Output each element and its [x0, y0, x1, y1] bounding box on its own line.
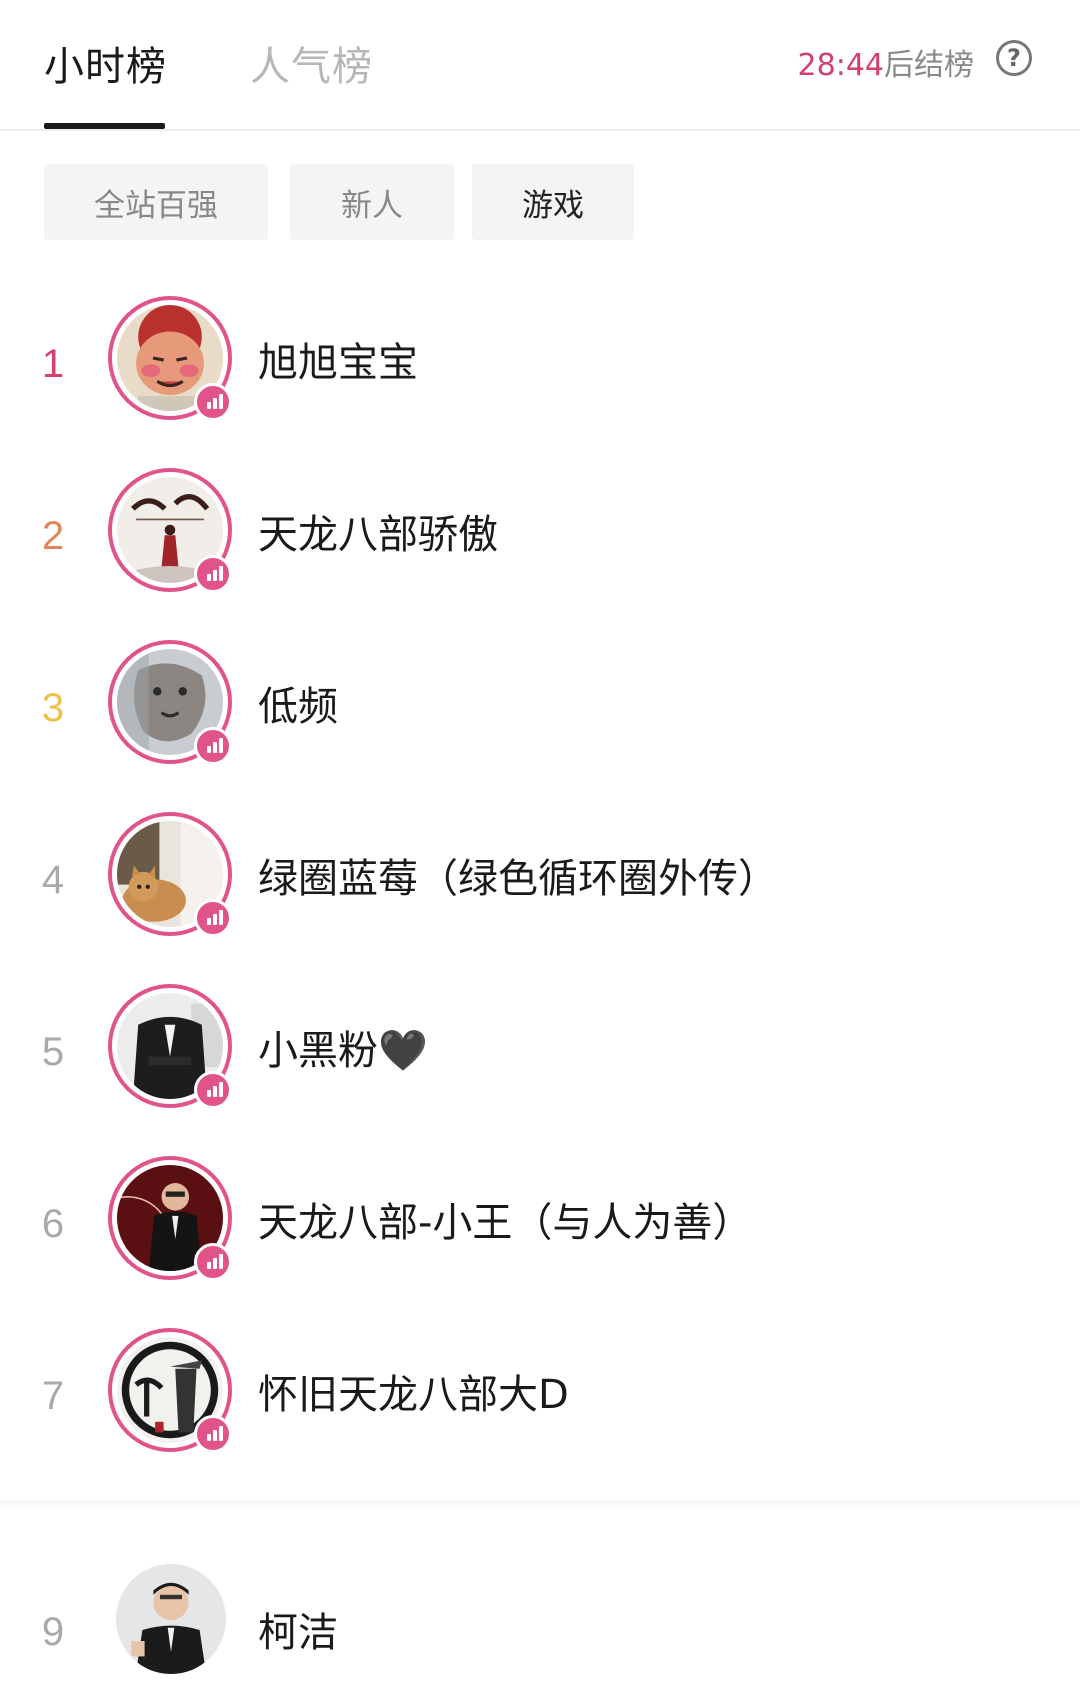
- rank-number: 2: [41, 514, 65, 558]
- chip-top-100[interactable]: 全站百强: [44, 164, 268, 240]
- chip-newcomer[interactable]: 新人: [290, 164, 454, 240]
- live-indicator-icon: [194, 1243, 232, 1281]
- rank-number: 7: [41, 1374, 65, 1418]
- ranking-countdown: 28:44后结榜: [798, 40, 974, 84]
- live-indicator-icon: [194, 727, 232, 765]
- streamer-name: 小黑粉🖤: [258, 1028, 428, 1074]
- live-indicator-icon: [194, 1415, 232, 1453]
- tab-popularity-ranking[interactable]: 人气榜: [250, 34, 373, 92]
- avatar-image: [116, 1564, 226, 1674]
- streamer-name: 绿圈蓝莓（绿色循环圈外传）: [258, 856, 778, 902]
- countdown-time: 28:44: [797, 48, 884, 83]
- rank-number: 9: [41, 1610, 65, 1654]
- list-item[interactable]: 2 天龙八部骄傲: [0, 468, 1080, 618]
- rank-number: 3: [41, 686, 65, 730]
- list-item[interactable]: 7 怀旧天龙八部大D: [0, 1328, 1080, 1478]
- ranking-tabs: 小时榜 人气榜 28:44后结榜 ?: [0, 0, 1080, 131]
- live-indicator-icon: [194, 555, 232, 593]
- rank-number: 6: [41, 1202, 65, 1246]
- question-circle-icon[interactable]: ?: [996, 40, 1032, 76]
- streamer-name: 旭旭宝宝: [258, 340, 418, 386]
- countdown-suffix: 后结榜: [884, 48, 974, 83]
- rank-number: 4: [41, 858, 65, 902]
- tab-hourly-ranking[interactable]: 小时榜: [44, 34, 167, 92]
- live-indicator-icon: [194, 899, 232, 937]
- list-item[interactable]: 4 绿圈蓝莓（绿色循环圈外传）: [0, 812, 1080, 962]
- streamer-name: 怀旧天龙八部大D: [258, 1372, 569, 1418]
- live-indicator-icon: [194, 1071, 232, 1109]
- list-item[interactable]: 1 旭旭宝宝: [0, 296, 1080, 446]
- streamer-name: 低频: [258, 684, 338, 730]
- list-overlay-divider: [0, 1500, 1080, 1508]
- list-item[interactable]: 6 天龙八部-小王（与人为善）: [0, 1156, 1080, 1306]
- rank-number: 1: [41, 342, 65, 386]
- list-item[interactable]: 5 小黑粉🖤: [0, 984, 1080, 1134]
- chip-games[interactable]: 游戏: [472, 164, 634, 240]
- avatar: [116, 1564, 226, 1674]
- list-item[interactable]: 3 低频: [0, 640, 1080, 790]
- streamer-name: 天龙八部-小王（与人为善）: [258, 1200, 753, 1246]
- list-item[interactable]: 9 柯洁: [0, 1562, 1080, 1688]
- rank-number: 5: [41, 1030, 65, 1074]
- active-tab-indicator: [44, 123, 165, 129]
- live-indicator-icon: [194, 383, 232, 421]
- streamer-name: 柯洁: [258, 1610, 338, 1656]
- streamer-name: 天龙八部骄傲: [258, 512, 498, 558]
